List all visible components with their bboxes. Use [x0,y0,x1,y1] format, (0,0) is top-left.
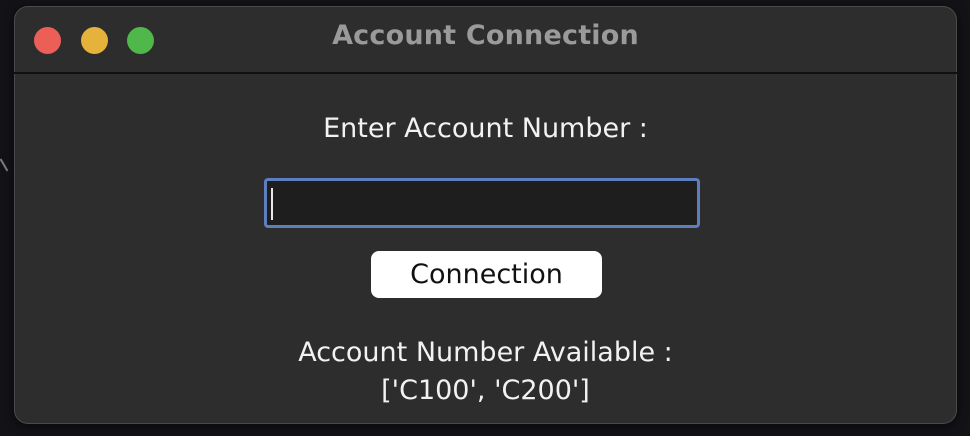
window-content: Enter Account Number : Connection Accoun… [14,74,957,424]
text-cursor [271,188,273,220]
available-accounts-list: ['C100', 'C200'] [381,375,590,406]
desktop-edge-mark [0,158,9,172]
available-accounts-label: Account Number Available : [298,337,673,368]
connection-button[interactable]: Connection [371,251,602,298]
account-connection-window: Account Connection Enter Account Number … [14,6,957,424]
title-bar[interactable]: Account Connection [14,6,957,74]
account-number-label: Enter Account Number : [323,113,648,144]
window-title: Account Connection [332,20,639,51]
account-number-input[interactable] [264,178,700,228]
